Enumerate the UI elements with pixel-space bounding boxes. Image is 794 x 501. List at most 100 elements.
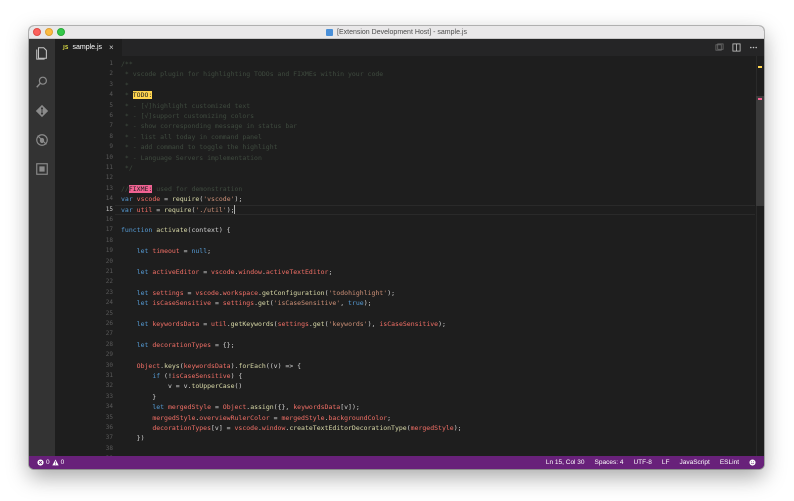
overview-ruler-fixme-mark xyxy=(758,98,762,100)
search-icon[interactable] xyxy=(29,73,55,91)
code-line[interactable]: }) xyxy=(121,433,751,443)
overview-ruler-todo-mark xyxy=(758,66,762,68)
code-token: workspace xyxy=(222,288,259,297)
code-line[interactable]: * - [√]highlight customized text xyxy=(121,101,751,111)
code-line[interactable]: let isCaseSensitive = settings.get('isCa… xyxy=(121,298,751,308)
tab-close-icon[interactable]: × xyxy=(109,43,114,52)
code-editor[interactable]: 1 2 3 4 5 6 7 8 9 10 11 12 13 14 15 16 17 18 19 20 21 22 23 24 2… xyxy=(55,56,764,456)
code-line[interactable] xyxy=(121,257,751,267)
code-token: get xyxy=(312,320,325,328)
extensions-icon[interactable] xyxy=(29,160,55,178)
maximize-window-button[interactable] xyxy=(57,28,65,36)
window-title-wrap: [Extension Development Host] - sample.js xyxy=(326,28,467,36)
code-token: decorationTypes xyxy=(152,340,212,349)
code-line[interactable]: decorationTypes[v] = vscode.window.creat… xyxy=(121,423,751,433)
debug-icon[interactable] xyxy=(29,131,55,149)
code-line[interactable] xyxy=(121,236,751,246)
code-line[interactable]: let timeout = null; xyxy=(121,246,751,256)
line-number: 9 xyxy=(109,143,113,151)
code-token: * - add command to toggle the highlight xyxy=(121,143,278,152)
code-line[interactable]: */ xyxy=(121,163,751,173)
code-token: ; xyxy=(328,268,333,276)
code-token: require xyxy=(164,205,192,214)
code-line[interactable] xyxy=(121,329,751,339)
code-token: window xyxy=(238,268,262,276)
code-token: = xyxy=(199,320,212,328)
code-line[interactable]: * - show corresponding message in status… xyxy=(121,121,751,131)
code-line[interactable]: var vscode = require('vscode'); xyxy=(121,194,751,204)
code-token: mergedStyle xyxy=(281,413,325,422)
file-encoding[interactable]: UTF-8 xyxy=(633,459,651,466)
code-text-area[interactable]: /** * vscode plugin for highlighting TOD… xyxy=(121,56,751,456)
code-line[interactable]: * - list all today in command panel xyxy=(121,132,751,142)
code-token: vscode xyxy=(234,424,258,432)
code-line[interactable] xyxy=(121,444,751,454)
split-editor-icon[interactable] xyxy=(732,43,741,52)
code-line[interactable] xyxy=(121,350,751,360)
code-token: assign xyxy=(250,403,274,412)
more-actions-icon[interactable] xyxy=(749,43,758,52)
source-control-icon[interactable] xyxy=(29,102,55,120)
code-line[interactable] xyxy=(121,173,751,183)
tab-sample-js[interactable]: JS sample.js × xyxy=(55,39,122,56)
code-line[interactable]: let mergedStyle = Object.assign({}, keyw… xyxy=(121,402,751,412)
line-ending[interactable]: LF xyxy=(662,459,670,466)
eslint-status[interactable]: ESLint xyxy=(720,459,739,466)
code-line[interactable]: let keywordsData = util.getKeywords(sett… xyxy=(121,319,751,329)
files-icon[interactable] xyxy=(29,44,55,62)
code-line[interactable]: function activate(context) { xyxy=(121,225,751,235)
code-line[interactable] xyxy=(121,309,751,319)
code-line[interactable]: * - Language Servers implementation xyxy=(121,153,751,163)
code-token: let xyxy=(136,288,149,297)
code-token: , xyxy=(340,299,349,308)
code-token: function xyxy=(121,226,153,235)
line-number: 4 xyxy=(109,91,113,99)
code-token: vscode xyxy=(211,268,235,276)
code-token: keywordsData xyxy=(293,403,341,412)
code-token: activate xyxy=(156,226,188,235)
code-line[interactable]: let settings = vscode.workspace.getConfi… xyxy=(121,288,751,298)
feedback-smiley-icon[interactable] xyxy=(749,459,756,466)
line-number-gutter: 1 2 3 4 5 6 7 8 9 10 11 12 13 14 15 16 17 18 19 20 21 22 23 24 2… xyxy=(55,56,113,456)
code-line[interactable]: //FIXME: used for demonstration xyxy=(121,184,751,194)
code-line[interactable] xyxy=(121,215,751,225)
code-token: } xyxy=(121,392,157,401)
code-line[interactable] xyxy=(121,277,751,287)
code-token: isCaseSensitive xyxy=(171,372,231,380)
language-mode[interactable]: JavaScript xyxy=(679,459,709,466)
close-window-button[interactable] xyxy=(33,28,41,36)
code-line[interactable]: /** xyxy=(121,59,751,69)
code-line[interactable]: var util = require('./util'); xyxy=(121,205,751,215)
code-line[interactable]: } xyxy=(121,392,751,402)
scrollbar-thumb[interactable] xyxy=(756,96,764,206)
code-line[interactable]: let decorationTypes = {}; xyxy=(121,340,751,350)
minimize-window-button[interactable] xyxy=(45,28,53,36)
code-token: true xyxy=(348,299,364,308)
open-changes-icon[interactable] xyxy=(715,43,724,52)
code-line[interactable]: mergedStyle.overviewRulerColor = mergedS… xyxy=(121,413,751,423)
code-token: ; xyxy=(207,247,212,256)
code-token: isCaseSensitive xyxy=(379,320,439,328)
tab-label: sample.js xyxy=(72,44,103,51)
code-line[interactable]: * xyxy=(121,80,751,90)
problems-indicator[interactable]: 0 0 xyxy=(37,459,64,466)
code-token: keywordsData xyxy=(152,320,200,328)
vertical-scrollbar[interactable] xyxy=(756,56,764,456)
code-token: backgroundColor xyxy=(328,413,388,422)
code-line[interactable]: let activeEditor = vscode.window.activeT… xyxy=(121,267,751,277)
line-number: 21 xyxy=(105,268,113,275)
code-line[interactable]: if (!isCaseSensitive) { xyxy=(121,371,751,381)
code-line[interactable]: * - [√]support customizing colors xyxy=(121,111,751,121)
code-line[interactable]: * vscode plugin for highlighting TODOs a… xyxy=(121,69,751,79)
code-line[interactable]: v = v.toUpperCase() xyxy=(121,381,751,391)
indentation-setting[interactable]: Spaces: 4 xyxy=(595,459,624,466)
code-line[interactable]: * - add command to toggle the highlight xyxy=(121,142,751,152)
code-token: 'todohighlight' xyxy=(328,288,388,297)
code-line[interactable]: Object.keys(keywordsData).forEach((v) =>… xyxy=(121,361,751,371)
js-file-icon: JS xyxy=(63,44,69,51)
line-number: 24 xyxy=(105,299,113,307)
code-line[interactable]: * TODO: xyxy=(121,90,751,100)
cursor-position[interactable]: Ln 15, Col 30 xyxy=(546,459,585,466)
